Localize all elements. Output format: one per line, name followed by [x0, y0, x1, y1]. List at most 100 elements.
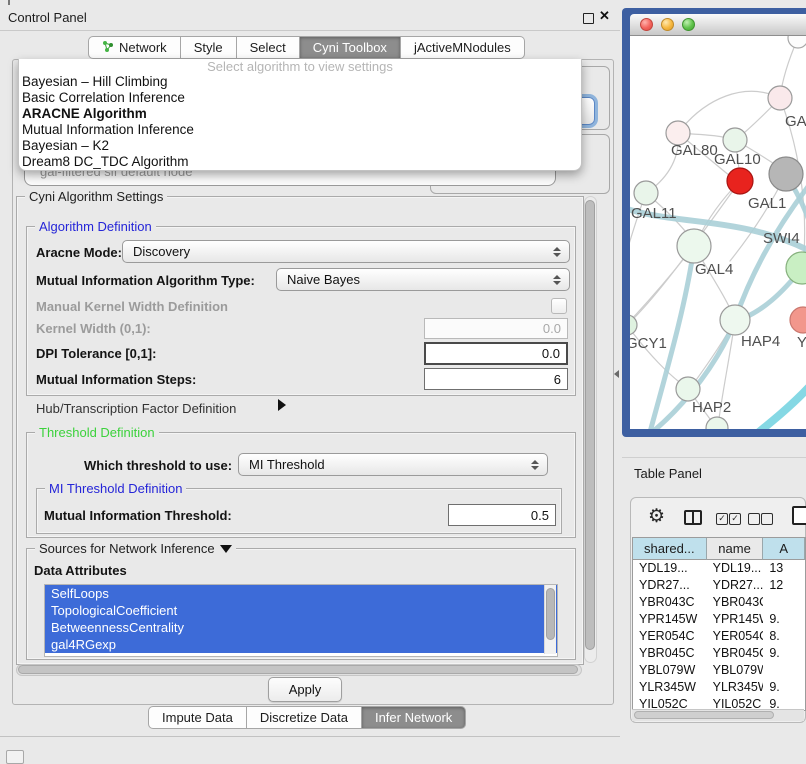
table-row[interactable]: YER054CYER054C8. [633, 628, 805, 645]
table-cell: YBL079W [633, 662, 707, 679]
table-row[interactable]: YDL19...YDL19...13 [633, 560, 805, 577]
column-header[interactable]: name [707, 538, 764, 560]
network-node-label: HAP2 [692, 399, 731, 416]
attribute-list-item[interactable]: BetweennessCentrality [45, 619, 557, 636]
table-cell: YBR043C [633, 594, 707, 611]
table-row[interactable]: YDR27...YDR27...12 [633, 577, 805, 594]
zoom-button[interactable] [682, 18, 695, 31]
network-node-label: GAL80 [671, 142, 718, 159]
dropdown-item[interactable]: Bayesian – Hill Climbing [19, 74, 581, 90]
manual-kernel-width-checkbox[interactable] [551, 298, 567, 314]
network-icon [102, 40, 114, 55]
kernel-width-input[interactable]: 0.0 [424, 318, 568, 339]
network-node-gal1[interactable] [727, 168, 753, 194]
table-cell [763, 594, 805, 611]
select-all-columns-icon[interactable]: ✓ [716, 513, 728, 525]
control-panel-bottom-edge [0, 736, 620, 737]
dpi-tolerance-label: DPI Tolerance [0,1]: [36, 346, 156, 361]
network-node-gcy1[interactable] [630, 315, 637, 335]
split-collapse-icon[interactable] [614, 370, 619, 378]
table-body: YDL19...YDL19...13YDR27...YDR27...12YBR0… [633, 560, 805, 710]
attribute-list-item[interactable]: gal4RGexp [45, 636, 557, 653]
network-canvas[interactable]: GALGAL80GAL10GAL1GAL11SWI4GAL4GCY1HAP4YH… [630, 36, 806, 429]
table-row[interactable]: YPR145WYPR145W9. [633, 611, 805, 628]
dropdown-item[interactable]: Bayesian – K2 [19, 138, 581, 154]
dpi-tolerance-input[interactable]: 0.0 [424, 342, 568, 365]
application-root: Control Panel ✕ NetworkStyleSelectCyni T… [0, 0, 806, 762]
column-header[interactable]: shared... [633, 538, 707, 560]
float-panel-icon[interactable] [583, 13, 594, 24]
hub-definition-toggle-label[interactable]: Hub/Transcription Factor Definition [36, 401, 236, 416]
table-cell: YPR145W [633, 611, 707, 628]
deselect-columns-icon[interactable] [748, 513, 760, 525]
data-attributes-list[interactable]: SelfLoopsTopologicalCoefficientBetweenne… [44, 584, 558, 657]
dropdown-item[interactable]: Mutual Information Inference [19, 122, 581, 138]
table-cell: YPR145W [707, 611, 764, 628]
which-threshold-select[interactable]: MI Threshold [238, 453, 548, 476]
close-button[interactable] [640, 18, 653, 31]
gear-icon[interactable]: ⚙ [648, 505, 665, 528]
expand-indicator-icon[interactable] [278, 399, 286, 411]
network-edge[interactable] [720, 386, 806, 429]
attribute-list-item[interactable]: SelfLoops [45, 585, 557, 602]
table-row[interactable]: YBR043CYBR043C [633, 594, 805, 611]
network-node[interactable] [769, 157, 803, 191]
tab-discretize-data[interactable]: Discretize Data [247, 706, 362, 729]
table-cell: 9. [763, 645, 805, 662]
dropdown-item[interactable]: Basic Correlation Inference [19, 90, 581, 106]
dropdown-placeholder: Select algorithm to view settings [19, 59, 581, 74]
deselect-columns-icon[interactable] [761, 513, 773, 525]
network-edge[interactable] [678, 91, 780, 133]
network-node-gal11[interactable] [634, 181, 658, 205]
minimize-button[interactable] [661, 18, 674, 31]
tab-jactivemnodules[interactable]: jActiveMNodules [401, 36, 525, 59]
network-node-swi4[interactable] [786, 252, 806, 284]
tab-infer-network[interactable]: Infer Network [362, 706, 466, 729]
table-cell: YLR345W [707, 679, 764, 696]
new-table-icon[interactable] [792, 506, 806, 525]
table-row[interactable]: YBR045CYBR045C9. [633, 645, 805, 662]
table-horizontal-scrollbar-thumb[interactable] [634, 711, 774, 719]
network-node-gal10[interactable] [723, 128, 747, 152]
tab-impute-data[interactable]: Impute Data [148, 706, 247, 729]
tab-network[interactable]: Network [88, 36, 181, 59]
dropdown-item[interactable]: Dream8 DC_TDC Algorithm [19, 154, 581, 170]
select-all-columns-icon[interactable]: ✓ [729, 513, 741, 525]
mi-algorithm-type-select[interactable]: Naive Bayes [276, 268, 570, 291]
threshold-definition-title: Threshold Definition [35, 425, 159, 440]
columns-icon[interactable] [684, 510, 702, 525]
table-cell: YDR27... [707, 577, 764, 594]
table-row[interactable]: YIL052CYIL052C9. [633, 696, 805, 710]
network-node-label: GCY1 [630, 335, 667, 352]
attribute-list-item[interactable]: TopologicalCoefficient [45, 602, 557, 619]
network-node-y[interactable] [790, 307, 806, 333]
column-header[interactable]: A [763, 538, 805, 560]
network-node[interactable] [768, 86, 792, 110]
settings-horizontal-scrollbar-thumb[interactable] [18, 665, 578, 674]
settings-vertical-scrollbar-thumb[interactable] [585, 200, 595, 650]
network-node-hap4[interactable] [720, 305, 750, 335]
network-window-titlebar[interactable] [630, 14, 806, 36]
table-cell: 9. [763, 611, 805, 628]
dropdown-item[interactable]: ARACNE Algorithm [19, 106, 581, 122]
attributes-list-scrollbar-thumb[interactable] [546, 588, 555, 640]
tab-style[interactable]: Style [181, 36, 237, 59]
algorithm-definition-title: Algorithm Definition [35, 219, 156, 234]
network-node[interactable] [788, 36, 806, 48]
network-node-hap2[interactable] [676, 377, 700, 401]
apply-button[interactable]: Apply [268, 677, 342, 702]
table-cell: YBR045C [633, 645, 707, 662]
tab-cyni-toolbox[interactable]: Cyni Toolbox [300, 36, 401, 59]
sources-title[interactable]: Sources for Network Inference [35, 541, 236, 556]
mi-threshold-input[interactable]: 0.5 [448, 504, 556, 526]
tab-label: Cyni Toolbox [313, 40, 387, 55]
aracne-mode-select[interactable]: Discovery [122, 240, 570, 263]
table-cell: YDL19... [707, 560, 764, 577]
table-row[interactable]: YLR345WYLR345W9. [633, 679, 805, 696]
table-row[interactable]: YBL079WYBL079W [633, 662, 805, 679]
table-panel-title: Table Panel [634, 466, 702, 481]
close-panel-icon[interactable]: ✕ [599, 8, 610, 24]
tab-select[interactable]: Select [237, 36, 300, 59]
mi-steps-input[interactable]: 6 [424, 368, 568, 390]
network-node-gal4[interactable] [677, 229, 711, 263]
